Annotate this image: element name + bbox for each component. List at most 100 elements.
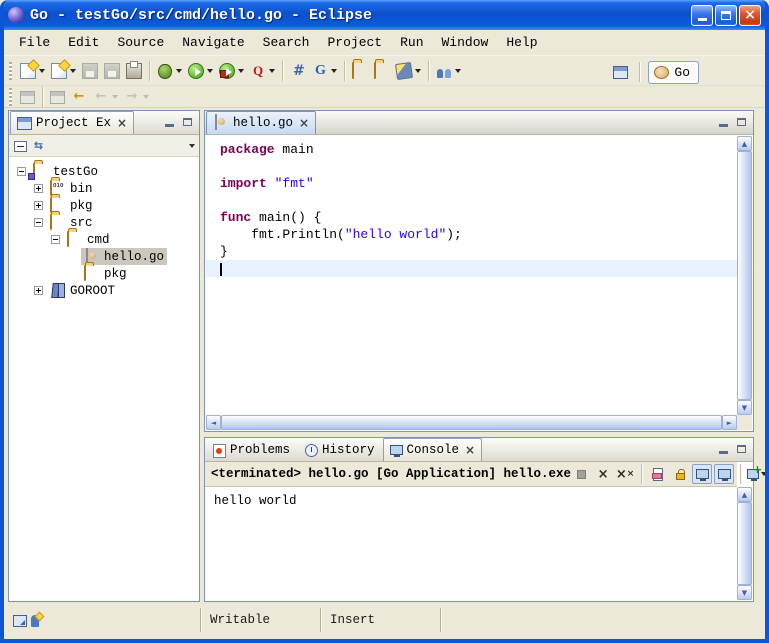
expander-icon[interactable] <box>34 184 43 193</box>
tree-item-goroot[interactable]: GOROOT <box>9 282 199 299</box>
collapse-all-button[interactable] <box>13 138 28 153</box>
maximize-view-button[interactable] <box>734 115 749 130</box>
scrollbar-thumb[interactable] <box>221 415 722 430</box>
menu-search[interactable]: Search <box>254 32 319 53</box>
save-all-button[interactable] <box>101 59 123 83</box>
maximize-view-button[interactable] <box>734 442 749 457</box>
menu-window[interactable]: Window <box>433 32 498 53</box>
editor-vertical-scrollbar[interactable]: ▲ ▼ <box>737 136 752 415</box>
remove-launch-button[interactable]: × <box>593 464 613 484</box>
maximize-icon <box>721 11 731 20</box>
explorer-toolbar: ⇆ <box>9 135 199 157</box>
console-vertical-scrollbar[interactable]: ▲ ▼ <box>737 487 752 600</box>
forward-button[interactable]: → <box>121 85 152 109</box>
last-edit-location-button[interactable]: ← <box>68 85 90 109</box>
tree-item-hello-go[interactable]: hello.go <box>9 248 199 265</box>
menu-project[interactable]: Project <box>318 32 391 53</box>
tree-item-pkg[interactable]: pkg <box>9 197 199 214</box>
go-build-button[interactable] <box>287 59 309 83</box>
team-button[interactable] <box>433 59 464 83</box>
minimize-view-button[interactable] <box>716 442 731 457</box>
pin-console-button[interactable] <box>714 464 734 484</box>
close-tab-icon[interactable]: × <box>117 117 127 129</box>
menu-source[interactable]: Source <box>108 32 173 53</box>
go-tools-button[interactable] <box>309 59 340 83</box>
view-menu-icon[interactable] <box>189 144 195 148</box>
next-annotation-button[interactable] <box>17 85 38 109</box>
print-button[interactable] <box>123 59 145 83</box>
expander-icon[interactable] <box>34 218 43 227</box>
close-tab-icon[interactable]: × <box>465 444 475 456</box>
display-console-button[interactable] <box>747 464 767 484</box>
console-status-text: <terminated> hello.go [Go Application] h… <box>211 467 571 481</box>
debug-button[interactable] <box>154 59 185 83</box>
scrollbar-thumb[interactable] <box>737 151 752 400</box>
tree-item-cmd[interactable]: cmd <box>9 231 199 248</box>
open-perspective-button[interactable] <box>610 60 631 84</box>
menu-edit[interactable]: Edit <box>59 32 108 53</box>
code-area[interactable]: package main import "fmt" func main() { … <box>206 136 737 415</box>
scroll-down-icon[interactable]: ▼ <box>737 585 752 600</box>
scroll-up-icon[interactable]: ▲ <box>737 136 752 151</box>
tab-project-explorer[interactable]: Project Ex × <box>10 111 134 134</box>
minimize-view-button[interactable] <box>716 115 731 130</box>
close-tab-icon[interactable]: × <box>299 117 309 129</box>
expander-icon[interactable] <box>34 201 43 210</box>
tree-item-bin[interactable]: bin <box>9 180 199 197</box>
scroll-down-icon[interactable]: ▼ <box>737 400 752 415</box>
tab-problems[interactable]: Problems <box>206 438 297 461</box>
expander-icon[interactable] <box>34 286 43 295</box>
menu-help[interactable]: Help <box>497 32 546 53</box>
tree-item-testgo[interactable]: testGo <box>9 163 199 180</box>
open-resource-button[interactable] <box>371 59 393 83</box>
scroll-lock-button[interactable] <box>670 464 690 484</box>
scroll-up-icon[interactable]: ▲ <box>737 487 752 502</box>
go-perspective-button[interactable]: Go <box>648 61 699 84</box>
open-type-button[interactable] <box>349 59 371 83</box>
previous-annotation-button[interactable] <box>47 85 68 109</box>
tree-item-src[interactable]: src <box>9 214 199 231</box>
word-wrap-button[interactable] <box>692 464 712 484</box>
coverage-button[interactable] <box>247 59 278 83</box>
tab-hello-go[interactable]: hello.go × <box>206 111 316 134</box>
save-button[interactable] <box>79 59 101 83</box>
scrollbar-thumb[interactable] <box>737 502 752 585</box>
expander-icon[interactable] <box>17 167 26 176</box>
maximize-view-button[interactable] <box>180 115 195 130</box>
toolbar-grip[interactable] <box>9 62 12 80</box>
tree-item-src-pkg[interactable]: pkg <box>9 265 199 282</box>
search-button[interactable] <box>393 59 424 83</box>
tab-history[interactable]: History <box>298 438 382 461</box>
expander-icon[interactable] <box>51 235 60 244</box>
tab-console[interactable]: Console × <box>383 438 483 461</box>
scroll-right-icon[interactable]: ► <box>722 415 737 430</box>
new-wizard-icon <box>20 63 36 79</box>
scroll-left-icon[interactable]: ◄ <box>206 415 221 430</box>
editor-horizontal-scrollbar[interactable]: ◄ ► <box>206 415 737 430</box>
menu-run[interactable]: Run <box>391 32 432 53</box>
minimize-view-button[interactable] <box>162 115 177 130</box>
close-button[interactable]: × <box>739 5 761 26</box>
toolbar-grip[interactable] <box>9 88 12 106</box>
link-with-editor-button[interactable]: ⇆ <box>31 138 46 153</box>
folder-icon <box>374 62 376 79</box>
console-output[interactable]: hello world <box>206 487 737 600</box>
minimize-button[interactable] <box>691 5 713 26</box>
new-go-element-button[interactable] <box>48 59 79 83</box>
minimize-view-icon <box>165 124 174 127</box>
toolbar-separator <box>282 61 283 81</box>
external-tools-button[interactable] <box>216 59 247 83</box>
terminate-button[interactable] <box>571 464 591 484</box>
new-wizard-button[interactable] <box>17 59 48 83</box>
editor-header-buttons <box>712 110 753 134</box>
menu-navigate[interactable]: Navigate <box>173 32 253 53</box>
clear-console-button[interactable] <box>648 464 668 484</box>
back-button[interactable]: ← <box>90 85 121 109</box>
menu-file[interactable]: File <box>10 32 59 53</box>
remove-all-launches-button[interactable]: ×× <box>615 464 635 484</box>
status-icons-cell <box>4 604 200 636</box>
fast-view-button[interactable] <box>12 613 27 628</box>
maximize-button[interactable] <box>715 5 737 26</box>
user-status-button[interactable] <box>27 613 42 628</box>
run-button[interactable] <box>185 59 216 83</box>
